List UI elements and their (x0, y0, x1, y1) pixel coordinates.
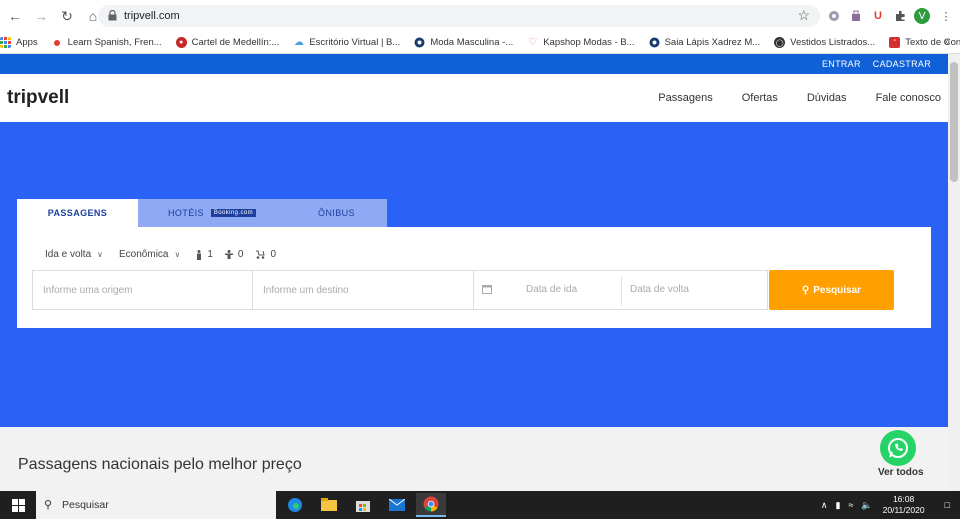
store-app-icon[interactable] (348, 493, 378, 517)
bookmark-learn-spanish[interactable]: Learn Spanish, Fren... (52, 37, 162, 48)
infants-counter[interactable]: 0 (255, 249, 276, 260)
extension-u-icon[interactable]: U (870, 8, 886, 24)
booking-logo: Booking.com (210, 209, 256, 217)
system-tray: ∧ ▮ ≈ 🔈 16:08 20/11/2020 □ (813, 491, 950, 519)
nav-passagens[interactable]: Passagens (658, 92, 712, 104)
bookmark-cartel[interactable]: ● Cartel de Medellín:... (175, 37, 279, 48)
volume-icon[interactable]: 🔈 (861, 500, 872, 511)
taskbar-clock[interactable]: 16:08 20/11/2020 (883, 494, 925, 516)
tab-passagens[interactable]: PASSAGENS (17, 199, 138, 227)
taskbar-search-box[interactable]: ⚲ Pesquisar (36, 491, 276, 519)
target-icon (414, 37, 425, 48)
quote-icon: “ (889, 37, 901, 48)
red-dot-icon (52, 37, 63, 48)
destination-input[interactable]: Informe um destino (253, 270, 474, 310)
battery-icon[interactable]: ▮ (836, 500, 841, 511)
site-topbar: ENTRAR CADASTRAR (0, 54, 948, 74)
login-link[interactable]: ENTRAR (822, 59, 861, 69)
file-explorer-icon[interactable] (314, 493, 344, 517)
chevron-down-icon: ∨ (97, 250, 104, 259)
trip-type-select[interactable]: Ida e volta ∨ (45, 249, 103, 260)
search-icon: ⚲ (44, 499, 53, 511)
cloud-icon: ☁ (293, 37, 304, 48)
search-icon: ⚲ (801, 284, 810, 296)
cabin-class-select[interactable]: Econômica ∨ (119, 249, 180, 260)
extensions-puzzle-icon[interactable] (892, 8, 908, 24)
search-options: Ida e volta ∨ Econômica ∨ 1 0 0 (45, 249, 288, 260)
target-icon (649, 37, 660, 48)
nav-ofertas[interactable]: Ofertas (742, 92, 778, 104)
origin-input[interactable]: Informe uma origem (32, 270, 253, 310)
heart-icon: ♡ (528, 37, 538, 48)
chevron-down-icon: ∨ (174, 250, 181, 259)
red-circle-icon: ● (175, 37, 187, 48)
search-button[interactable]: ⚲ Pesquisar (769, 270, 894, 310)
date-range-field[interactable]: Data de ida Data de volta (474, 270, 768, 310)
bookmark-apps[interactable]: Apps (0, 37, 38, 48)
nav-fale-conosco[interactable]: Fale conosco (876, 92, 941, 104)
clock-time: 16:08 (892, 494, 915, 504)
return-date-input[interactable]: Data de volta (630, 284, 689, 295)
wifi-icon[interactable]: ≈ (848, 500, 853, 510)
star-bookmark-icon[interactable]: ☆ (797, 7, 810, 24)
notifications-icon[interactable]: □ (945, 500, 950, 510)
search-panel: Ida e volta ∨ Econômica ∨ 1 0 0 Informe … (17, 227, 931, 328)
whatsapp-button[interactable] (880, 430, 916, 466)
url-text: tripvell.com (124, 10, 180, 22)
section-title: Passagens nacionais pelo melhor preço (18, 456, 302, 473)
main-nav: Passagens Ofertas Dúvidas Fale conosco (629, 92, 941, 104)
windows-start-icon[interactable] (0, 491, 36, 519)
whatsapp-label: Ver todos (878, 467, 924, 478)
child-person-icon (224, 250, 233, 259)
bookmark-vestidos[interactable]: ◯ Vestidos Listrados... (774, 37, 875, 48)
kebab-menu-icon[interactable]: ⋮ (938, 8, 954, 24)
chrome-app-icon[interactable] (416, 493, 446, 517)
scrollbar-thumb[interactable] (950, 62, 958, 182)
search-fields: Informe uma origem Informe um destino Da… (32, 270, 768, 310)
bookmarks-bar: Apps Learn Spanish, Fren... ● Cartel de … (0, 32, 960, 54)
bookmark-kapshop[interactable]: ♡ Kapshop Modas - B... (527, 37, 634, 48)
globe-icon: ◯ (774, 37, 786, 48)
adults-counter[interactable]: 1 (196, 249, 213, 260)
lock-icon (108, 10, 117, 21)
chevron-up-icon[interactable]: ∧ (821, 500, 828, 511)
search-tabs: PASSAGENS HOTÉIS Booking.com ÔNIBUS (17, 199, 387, 227)
extension-lock-icon[interactable] (848, 8, 864, 24)
whatsapp-icon (888, 438, 908, 458)
site-logo[interactable]: tripvell (7, 87, 69, 109)
calendar-icon (482, 285, 492, 294)
profile-avatar[interactable]: V (914, 8, 930, 24)
windows-taskbar: ⚲ Pesquisar ∧ ▮ ≈ 🔈 16:08 20/11/2020 □ (0, 491, 960, 519)
tab-hoteis[interactable]: HOTÉIS Booking.com (138, 199, 286, 227)
bookmark-moda-masculina[interactable]: Moda Masculina -... (414, 37, 513, 48)
register-link[interactable]: CADASTRAR (873, 59, 931, 69)
bookmark-saia-lapis[interactable]: Saia Lápis Xadrez M... (649, 37, 760, 48)
forward-arrow-icon[interactable]: → (30, 5, 52, 27)
browser-toolbar: ← → ↻ ⌂ tripvell.com ☆ U V ⋮ (0, 0, 960, 32)
infant-stroller-icon (256, 250, 266, 259)
edge-app-icon[interactable] (280, 493, 310, 517)
date-divider (621, 276, 622, 306)
page-scrollbar[interactable] (948, 54, 960, 491)
reload-icon[interactable]: ↻ (56, 5, 78, 27)
depart-date-input[interactable]: Data de ida (526, 284, 577, 295)
apps-grid-icon (0, 37, 11, 48)
adult-person-icon (197, 249, 202, 260)
bookmarks-more-icon[interactable]: » (944, 36, 950, 48)
tab-hoteis-label: HOTÉIS (168, 208, 204, 218)
children-counter[interactable]: 0 (224, 249, 243, 260)
address-bar[interactable]: tripvell.com ☆ (98, 5, 820, 27)
nav-duvidas[interactable]: Dúvidas (807, 92, 847, 104)
back-arrow-icon[interactable]: ← (4, 5, 26, 27)
clock-date: 20/11/2020 (882, 505, 925, 515)
site-header: tripvell Passagens Ofertas Dúvidas Fale … (0, 74, 948, 122)
bookmark-escritorio[interactable]: ☁ Escritório Virtual | B... (293, 37, 401, 48)
extension-circle-icon[interactable] (826, 8, 842, 24)
tab-onibus[interactable]: ÔNIBUS (286, 199, 387, 227)
mail-app-icon[interactable] (382, 493, 412, 517)
